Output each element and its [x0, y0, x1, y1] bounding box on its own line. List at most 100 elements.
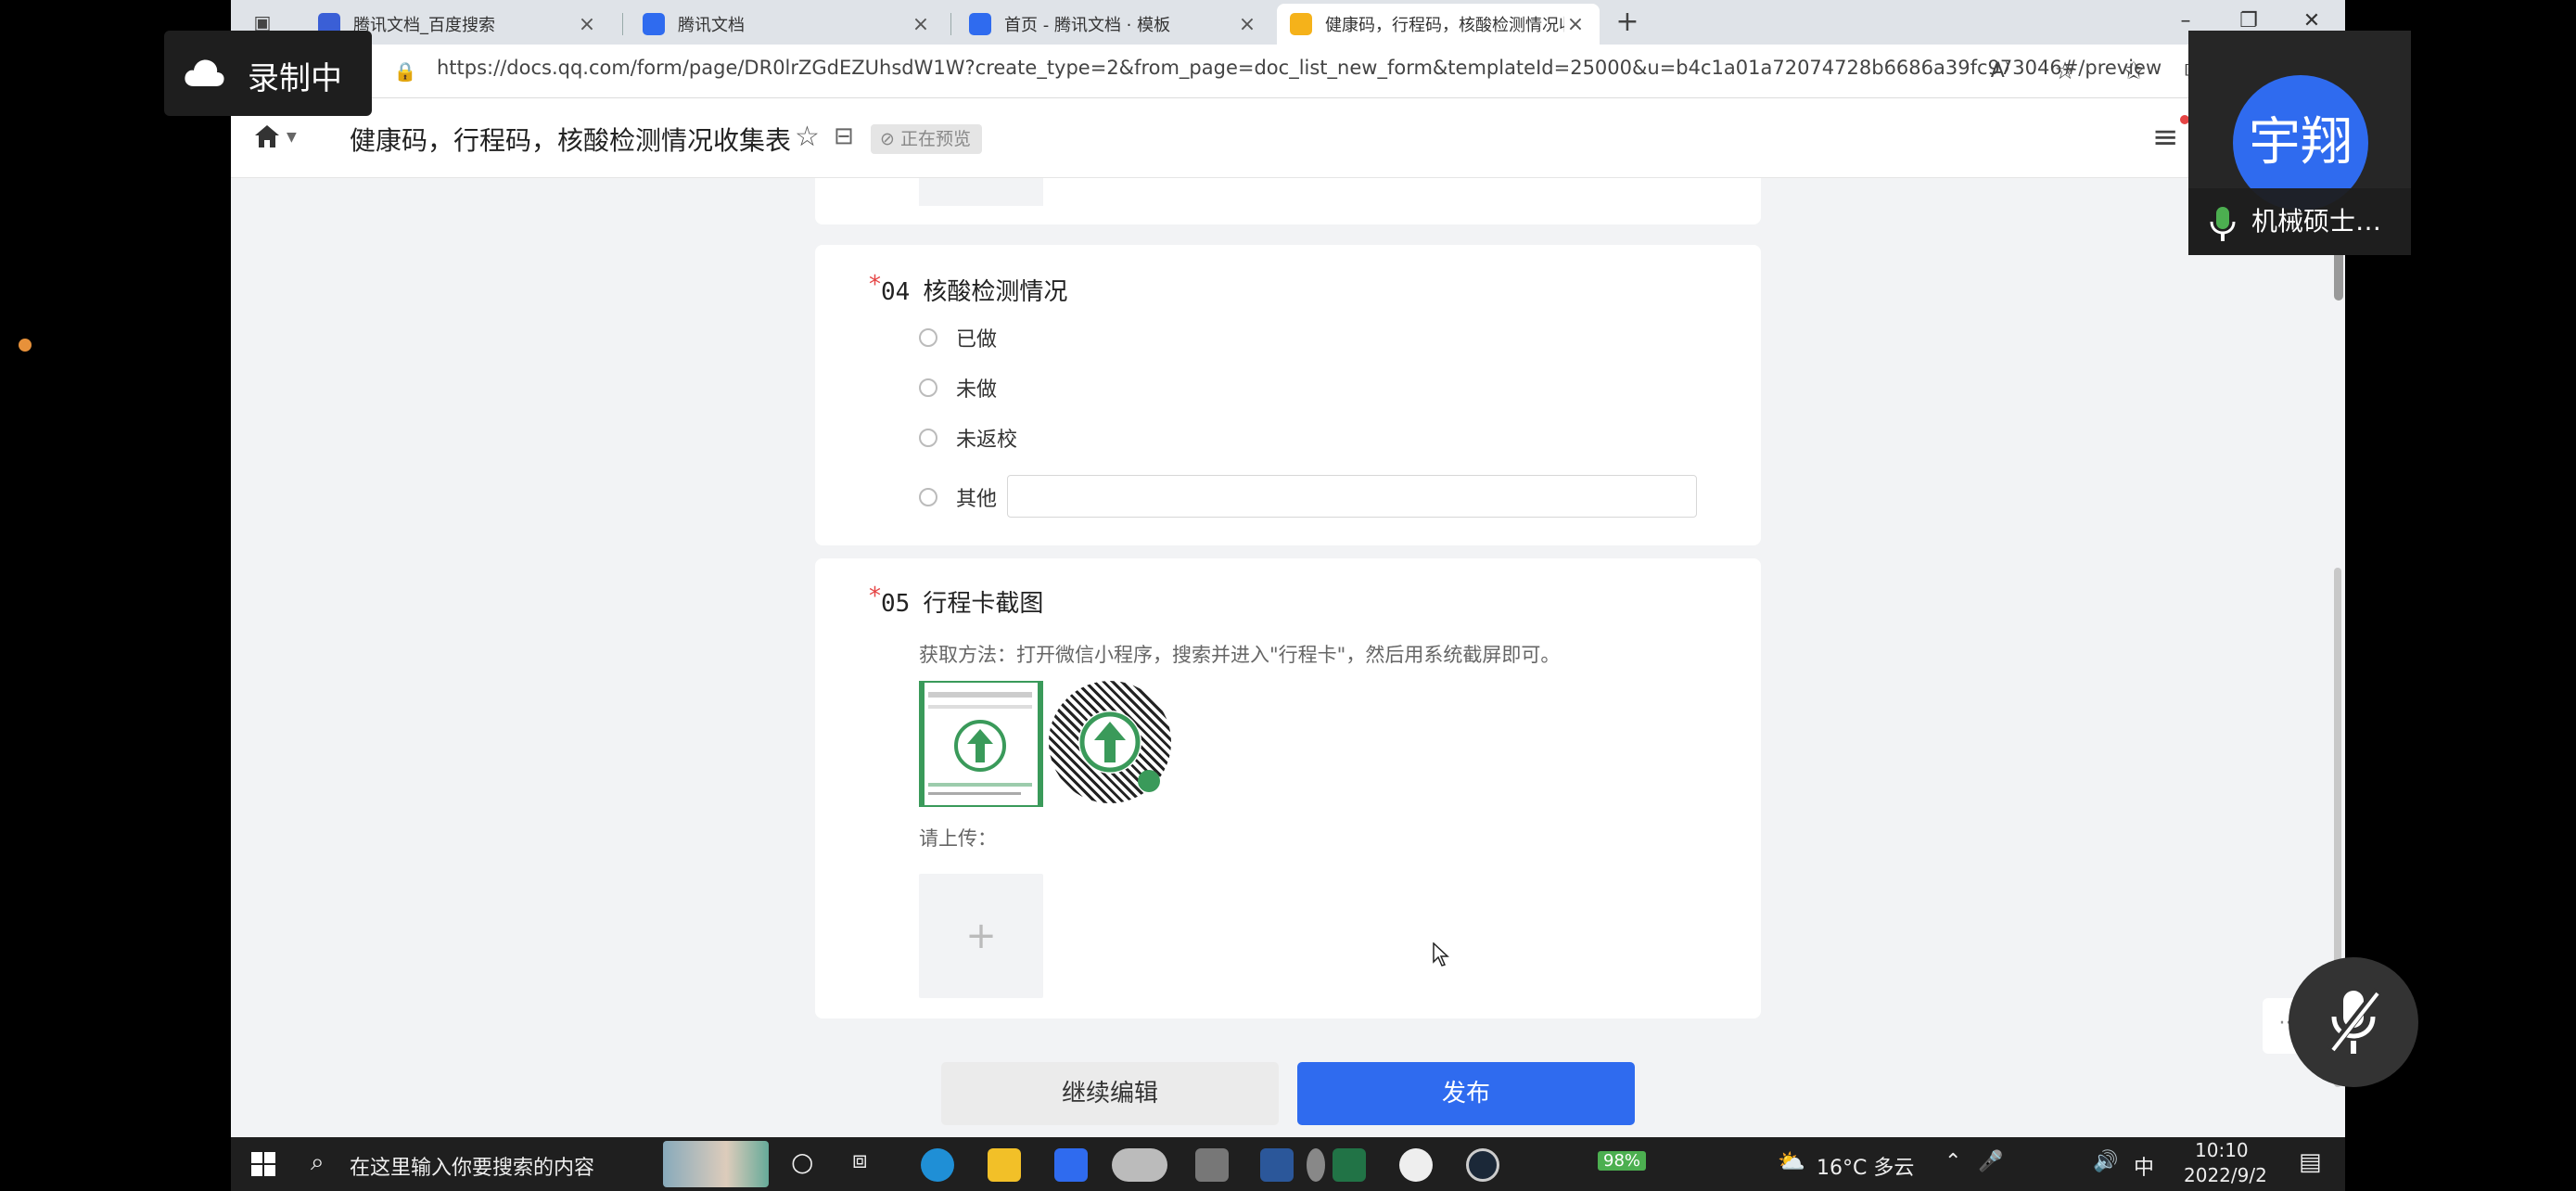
question-text: 行程卡截图: [923, 590, 1044, 618]
search-icon[interactable]: ⌕: [311, 1148, 325, 1177]
radio-button[interactable]: [919, 488, 937, 506]
taskbar-search-box[interactable]: 在这里输入你要搜索的内容: [350, 1151, 594, 1181]
option-label: 其他: [956, 488, 998, 511]
chevron-down-icon[interactable]: ▼: [287, 130, 297, 145]
cloud-icon: [185, 59, 224, 86]
tab-title: 首页 - 腾讯文档 · 模板: [1004, 16, 1171, 35]
tab-templates[interactable]: 首页 - 腾讯文档 · 模板 ×: [956, 4, 1271, 45]
recording-indicator[interactable]: 录制中: [164, 31, 372, 116]
cortana-icon[interactable]: ○: [791, 1146, 813, 1177]
mouse-cursor-icon: [1433, 942, 1449, 967]
form-icon: [1290, 13, 1312, 35]
excel-icon[interactable]: [1333, 1148, 1366, 1182]
read-aloud-icon[interactable]: A⁾: [1985, 57, 2015, 86]
radio-button[interactable]: [919, 378, 937, 397]
battery-indicator[interactable]: 98%: [1598, 1151, 1647, 1171]
upload-box[interactable]: +: [919, 874, 1043, 998]
taskbar: ⌕ 在这里输入你要搜索的内容 ○ ⧈ 98% ⛅ 16°C 多云 ⌃ 🎤 🔊 中…: [231, 1137, 2345, 1191]
chevron-up-icon[interactable]: ⌃: [1945, 1150, 1961, 1173]
clock-date[interactable]: 2022/9/2: [2184, 1164, 2267, 1186]
question-hint: 获取方法：打开微信小程序，搜索并进入"行程卡"，然后用系统截屏即可。: [919, 644, 1561, 666]
option-other[interactable]: 其他: [919, 480, 997, 514]
publish-button[interactable]: 发布: [1297, 1062, 1635, 1125]
tab-separator: [950, 13, 951, 35]
question-title: *05 行程卡截图: [869, 583, 1044, 619]
file-explorer-icon[interactable]: [988, 1148, 1021, 1182]
previous-upload-box[interactable]: [919, 178, 1043, 206]
previous-question-card: [815, 178, 1761, 224]
tab-health-form[interactable]: 健康码，行程码，核酸检测情况收 ×: [1277, 4, 1600, 45]
recording-label: 录制中: [248, 60, 342, 97]
steam-icon[interactable]: [1466, 1148, 1499, 1182]
app-header: ▼ 健康码，行程码，核酸检测情况收集表 ☆ ⊟ ⊘ 正在预览 ≡: [231, 98, 2345, 178]
preview-badge-label: 正在预览: [899, 129, 971, 149]
tab-separator: [622, 13, 623, 35]
qr-code-image: [1049, 681, 1171, 803]
option-label: 未返校: [956, 429, 1018, 452]
close-tab-icon[interactable]: ×: [576, 13, 598, 36]
upload-label: 请上传：: [919, 827, 997, 850]
microphone-muted-icon: [2327, 988, 2381, 1054]
app-icon[interactable]: [1195, 1148, 1229, 1182]
star-icon[interactable]: ☆: [795, 121, 820, 153]
app-icon[interactable]: [1307, 1148, 1325, 1182]
windows-start-icon[interactable]: [251, 1152, 275, 1176]
app-icon[interactable]: [1399, 1148, 1433, 1182]
plus-icon: +: [965, 915, 997, 957]
option-not-done[interactable]: 未做: [919, 371, 997, 404]
tab-tencent-docs[interactable]: 腾讯文档 ×: [630, 4, 945, 45]
itinerary-card-example-image: [919, 681, 1043, 807]
lock-icon[interactable]: 🔒: [390, 57, 420, 86]
notification-center-icon[interactable]: ▤: [2299, 1148, 2322, 1176]
document-title: 健康码，行程码，核酸检测情况收集表: [350, 125, 792, 156]
volume-icon[interactable]: 🔊: [2093, 1150, 2118, 1173]
participant-name: 机械硕士…: [2251, 206, 2382, 237]
question-text: 核酸检测情况: [923, 278, 1068, 306]
menu-icon[interactable]: ≡: [2152, 119, 2179, 156]
url-text[interactable]: https://docs.qq.com/form/page/DR0lrZGdEZ…: [437, 57, 2162, 79]
question-number: 05: [881, 590, 911, 618]
continue-edit-button[interactable]: 继续编辑: [941, 1062, 1279, 1125]
form-content: *04 核酸检测情况 已做 未做 未返校 其他 *05 行程卡截图 获取方法：打开微…: [231, 178, 2345, 1137]
mini-program-badge-icon: [1138, 770, 1160, 792]
edge-icon[interactable]: [921, 1148, 954, 1182]
question-title: *04 核酸检测情况: [869, 271, 1068, 307]
option-not-returned[interactable]: 未返校: [919, 421, 1017, 455]
check-circle-icon: ⊘: [880, 129, 900, 149]
option-done[interactable]: 已做: [919, 321, 997, 354]
mute-microphone-button[interactable]: [2289, 957, 2418, 1087]
ime-indicator[interactable]: 中: [2134, 1151, 2154, 1181]
move-to-folder-icon[interactable]: ⊟: [834, 122, 854, 150]
radio-button[interactable]: [919, 429, 937, 447]
app-icon[interactable]: [1112, 1148, 1167, 1182]
participant-video-tile[interactable]: 宇翔 机械硕士…: [2188, 31, 2411, 255]
up-arrow-icon: [954, 720, 1006, 772]
new-tab-icon[interactable]: +: [1613, 7, 1642, 37]
close-tab-icon[interactable]: ×: [1564, 13, 1587, 36]
question-card-05: *05 行程卡截图 获取方法：打开微信小程序，搜索并进入"行程卡"，然后用系统截屏…: [815, 558, 1761, 1018]
option-label: 未做: [956, 378, 998, 402]
close-tab-icon[interactable]: ×: [1236, 13, 1258, 36]
preview-badge: ⊘ 正在预览: [871, 124, 982, 154]
add-favorite-icon[interactable]: ☆: [2050, 57, 2080, 86]
option-label: 已做: [956, 328, 998, 352]
microphone-icon[interactable]: 🎤: [1978, 1150, 2003, 1173]
weather-text[interactable]: 16°C 多云: [1817, 1151, 1914, 1181]
favorites-icon[interactable]: ✩: [2119, 57, 2149, 86]
home-icon[interactable]: [253, 122, 281, 150]
close-tab-icon[interactable]: ×: [910, 13, 932, 36]
browser-window: ▣ 腾讯文档_百度搜索 × 腾讯文档 × 首页 - 腾讯文档 · 模板 × 健康…: [231, 0, 2345, 1191]
task-view-icon[interactable]: ⧈: [852, 1146, 868, 1175]
question-card-04: *04 核酸检测情况 已做 未做 未返校 其他: [815, 245, 1761, 545]
word-icon[interactable]: [1260, 1148, 1294, 1182]
clock-time[interactable]: 10:10: [2195, 1139, 2249, 1161]
tab-strip: ▣ 腾讯文档_百度搜索 × 腾讯文档 × 首页 - 腾讯文档 · 模板 × 健康…: [231, 0, 2345, 45]
mail-icon[interactable]: [1054, 1148, 1088, 1182]
search-highlight-image: [663, 1141, 769, 1187]
other-text-input[interactable]: [1007, 475, 1697, 518]
tab-title: 腾讯文档: [678, 16, 745, 35]
question-number: 04: [881, 278, 911, 306]
radio-button[interactable]: [919, 328, 937, 347]
tencent-docs-icon: [969, 13, 991, 35]
tencent-docs-icon: [643, 13, 665, 35]
